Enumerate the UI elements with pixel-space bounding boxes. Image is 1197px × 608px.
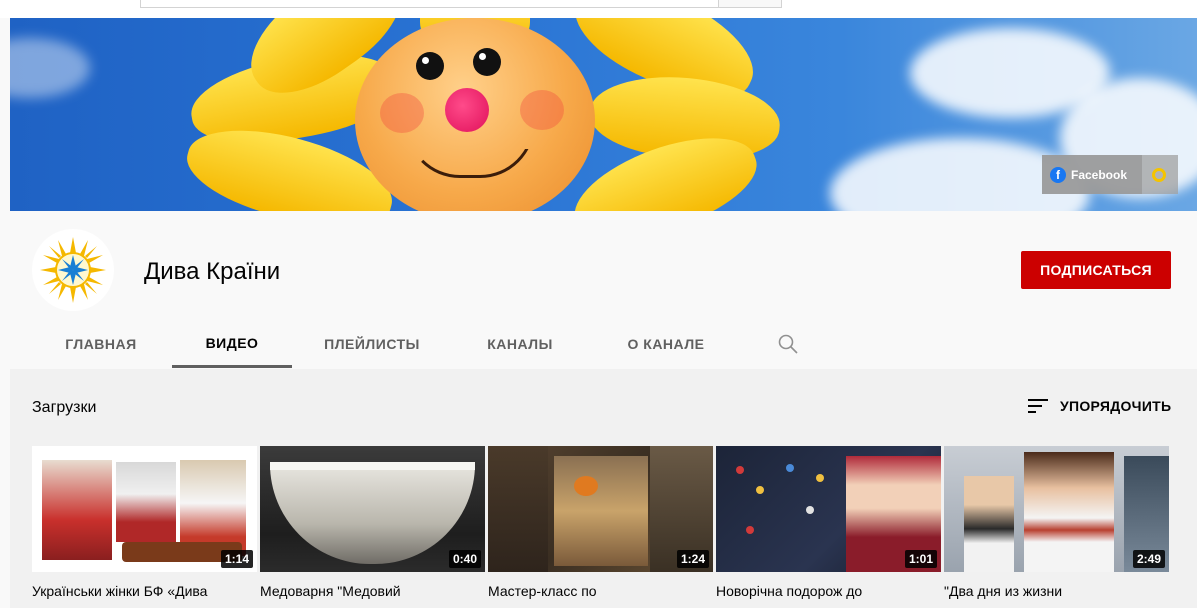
video-duration: 1:14 [220, 550, 253, 568]
video-thumbnail[interactable]: 1:24 [488, 446, 713, 572]
video-card[interactable]: 1:01 Новорічна подорож до [716, 446, 941, 600]
search-icon[interactable] [776, 332, 800, 356]
sort-icon [1028, 399, 1048, 413]
video-thumbnail[interactable]: 1:14 [32, 446, 257, 572]
tab-videos[interactable]: ВИДЕО [172, 320, 292, 368]
sun-logo-icon [40, 237, 106, 303]
video-thumbnail[interactable]: 2:49 [944, 446, 1169, 572]
video-title[interactable]: Мастер-класс по [488, 582, 713, 600]
subscribe-button[interactable]: ПОДПИСАТЬСЯ [1021, 251, 1171, 289]
video-card[interactable]: 2:49 "Два дня из жизни [944, 446, 1169, 600]
search-button-fragment[interactable] [718, 0, 782, 8]
search-box-fragment[interactable] [140, 0, 720, 8]
facebook-link-label: Facebook [1071, 167, 1128, 182]
doll-eye [416, 52, 444, 80]
video-duration: 1:24 [676, 550, 709, 568]
tab-about[interactable]: О КАНАЛЕ [610, 320, 722, 368]
video-card[interactable]: 1:24 Мастер-класс по [488, 446, 713, 600]
video-title[interactable]: Медоварня "Медовий [260, 582, 485, 600]
section-title: Загрузки [32, 399, 97, 416]
tab-channels[interactable]: КАНАЛЫ [470, 320, 570, 368]
sort-button[interactable]: УПОРЯДОЧИТЬ [1028, 398, 1171, 414]
video-title[interactable]: Новорічна подорож до [716, 582, 941, 600]
video-card[interactable]: 0:40 Медоварня "Медовий [260, 446, 485, 600]
video-thumbnail[interactable]: 0:40 [260, 446, 485, 572]
channel-tabs: ГЛАВНАЯ ВИДЕО ПЛЕЙЛИСТЫ КАНАЛЫ О КАНАЛЕ [10, 320, 1197, 368]
facebook-link[interactable]: f Facebook [1042, 155, 1142, 194]
facebook-icon: f [1050, 166, 1066, 183]
channel-name: Дива Країни [144, 258, 281, 285]
video-duration: 1:01 [904, 550, 937, 568]
masthead-fragment [0, 0, 1197, 18]
doll-eye [473, 48, 501, 76]
video-card[interactable]: 1:14 Українськи жінки БФ «Дива [32, 446, 257, 600]
website-link-icon[interactable] [1152, 167, 1166, 182]
banner-links: f Facebook [1042, 155, 1178, 194]
video-title[interactable]: Українськи жінки БФ «Дива [32, 582, 257, 600]
video-thumbnail[interactable]: 1:01 [716, 446, 941, 572]
channel-avatar[interactable] [32, 229, 114, 311]
sort-label: УПОРЯДОЧИТЬ [1060, 398, 1172, 414]
tab-playlists[interactable]: ПЛЕЙЛИСТЫ [312, 320, 432, 368]
tab-home[interactable]: ГЛАВНАЯ [50, 320, 152, 368]
video-duration: 0:40 [448, 550, 481, 568]
channel-banner [10, 18, 1197, 211]
videos-section: Загрузки УПОРЯДОЧИТЬ 1:14 Українськи жін… [10, 369, 1197, 608]
video-title[interactable]: "Два дня из жизни [944, 582, 1169, 600]
video-duration: 2:49 [1132, 550, 1165, 568]
